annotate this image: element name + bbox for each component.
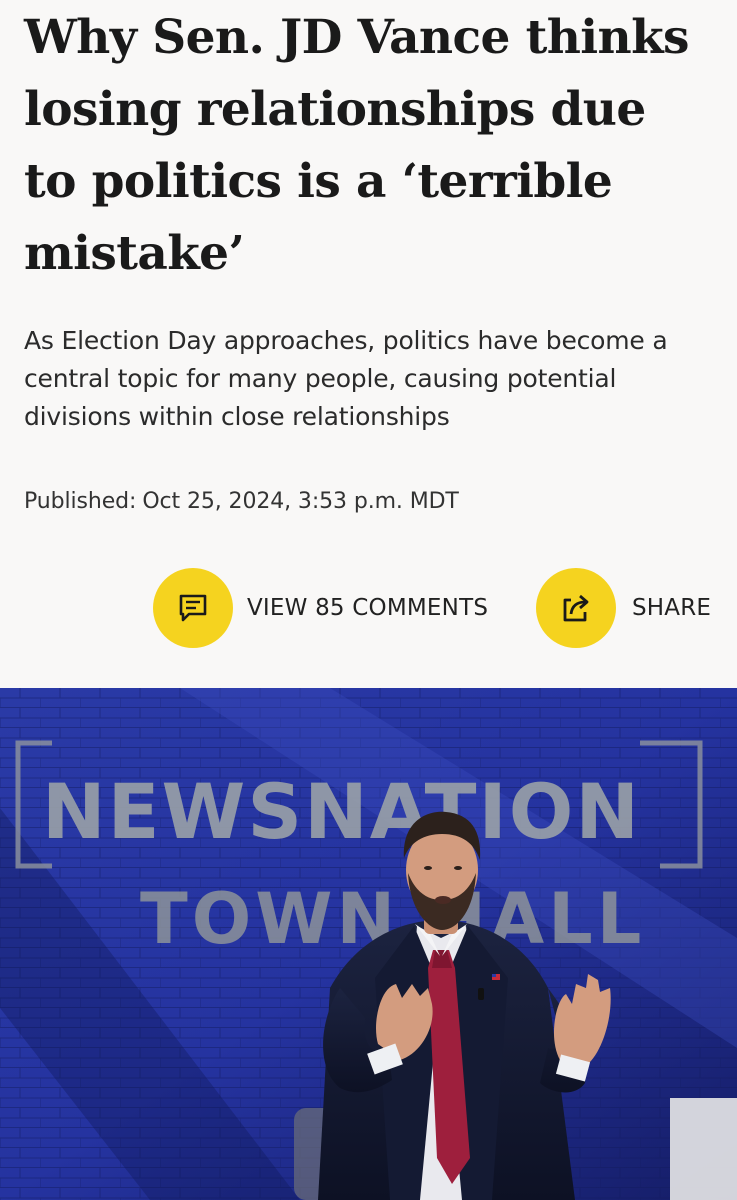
published-date: Oct 25, 2024, 3:53 p.m. MDT bbox=[142, 489, 459, 514]
town-hall-photo: NEWSNATION TOWN HALL bbox=[0, 688, 737, 1200]
share-icon bbox=[563, 594, 589, 622]
view-comments-button[interactable]: VIEW 85 COMMENTS bbox=[153, 568, 488, 648]
published-timestamp: Published: Oct 25, 2024, 3:53 p.m. MDT bbox=[24, 489, 713, 514]
article-lead-photo: NEWSNATION TOWN HALL bbox=[0, 688, 737, 1200]
article-subheadline: As Election Day approaches, politics hav… bbox=[24, 326, 668, 431]
article-headline: Why Sen. JD Vance thinks losing relation… bbox=[24, 10, 690, 281]
article-actions: VIEW 85 COMMENTS SHARE bbox=[0, 568, 737, 648]
share-label[interactable]: SHARE bbox=[632, 595, 711, 621]
published-label: Published: bbox=[24, 489, 137, 514]
backdrop-text-line1: NEWSNATION bbox=[42, 767, 641, 856]
share-circle[interactable] bbox=[536, 568, 616, 648]
share-button[interactable]: SHARE bbox=[536, 568, 711, 648]
view-comments-label[interactable]: VIEW 85 COMMENTS bbox=[247, 595, 488, 621]
comment-icon bbox=[179, 594, 207, 622]
comments-circle[interactable] bbox=[153, 568, 233, 648]
article-header: Why Sen. JD Vance thinks losing relation… bbox=[0, 0, 737, 514]
